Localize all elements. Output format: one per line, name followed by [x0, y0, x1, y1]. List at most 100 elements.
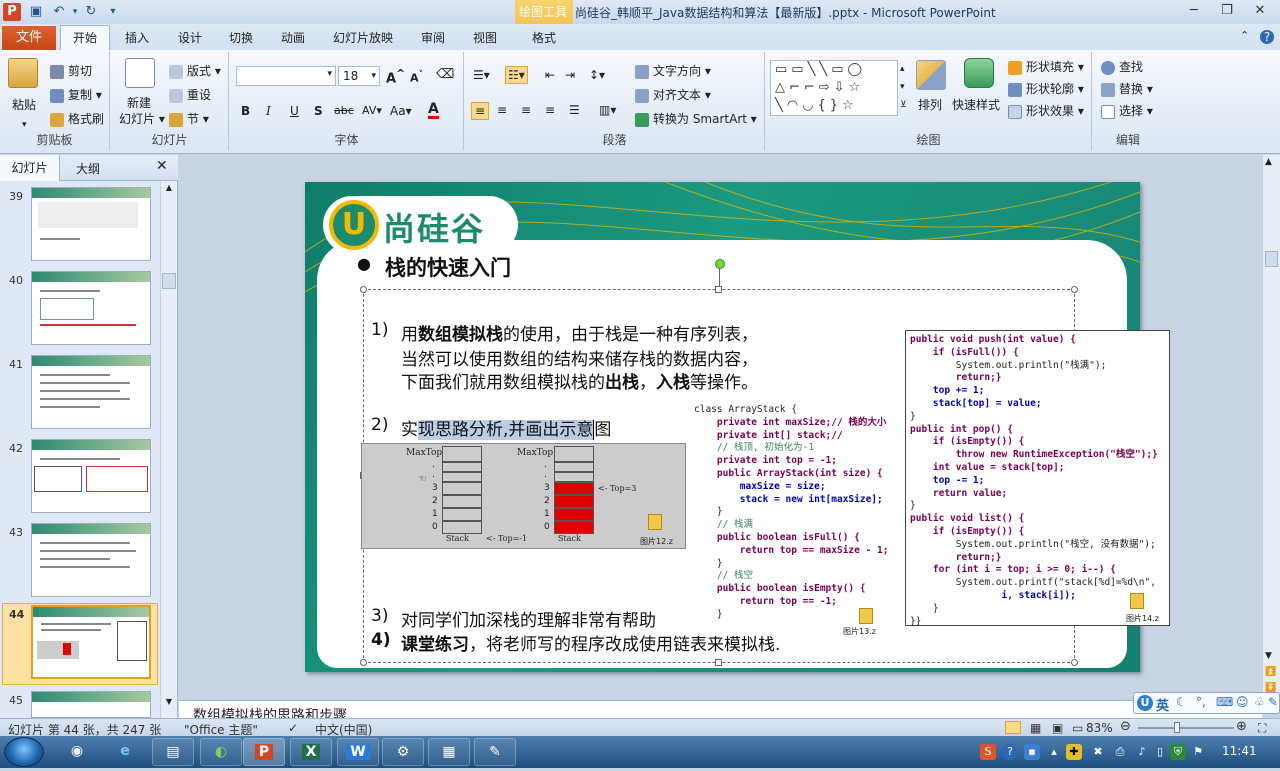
network-tray-icon[interactable]: ▯: [1152, 744, 1168, 760]
resize-handle-s[interactable]: [715, 659, 722, 666]
paste-button[interactable]: 粘贴: [12, 96, 36, 113]
font-size-combo[interactable]: 18 ▾: [338, 66, 380, 86]
select-button[interactable]: 选择 ▾: [1101, 102, 1153, 119]
shapes-gallery-scroll[interactable]: ▴ ▾ ⊻: [900, 60, 907, 114]
resize-handle-se[interactable]: [1071, 659, 1078, 666]
font-color-button[interactable]: A: [428, 102, 439, 119]
zoom-out-icon[interactable]: ⊖: [1120, 719, 1131, 734]
notes-text[interactable]: 数组模拟栈的思路和步骤: [193, 705, 347, 718]
quick-styles-icon[interactable]: [964, 58, 994, 88]
resize-handle-n[interactable]: [715, 286, 722, 293]
network-error-icon[interactable]: ✖: [1090, 744, 1106, 760]
resize-handle-sw[interactable]: [360, 659, 367, 666]
redo-icon[interactable]: ↻: [82, 3, 100, 21]
item-1-line-2[interactable]: 当然可以使用数组的结构来储存栈的数据内容，: [401, 345, 758, 370]
new-slide-label-1[interactable]: 新建: [127, 94, 151, 111]
main-vertical-scrollbar[interactable]: ▲ ▼ ⏫ ⏬: [1262, 155, 1280, 700]
punctuation-icon[interactable]: °,: [1196, 695, 1206, 709]
tab-view[interactable]: 视图: [473, 29, 497, 46]
arrange-button[interactable]: 排列: [918, 96, 942, 113]
notes-pane[interactable]: 数组模拟栈的思路和步骤: [179, 700, 1262, 718]
strikethrough-button[interactable]: abc: [334, 104, 354, 117]
change-case-button[interactable]: Aa▾: [390, 104, 412, 118]
font-name-combo[interactable]: ▾: [236, 66, 336, 86]
excel-taskbar-icon[interactable]: X: [290, 738, 332, 766]
new-slide-label-2[interactable]: 幻灯片 ▾: [119, 110, 165, 127]
wrench-icon[interactable]: ✎: [1268, 695, 1278, 709]
bold-button[interactable]: B: [241, 104, 250, 118]
wps-taskbar-icon[interactable]: W: [337, 738, 379, 766]
code-image-arraystack[interactable]: class ArrayStack { private int maxSize;/…: [693, 400, 893, 636]
columns-icon[interactable]: ▥▾: [599, 103, 616, 117]
item-3-text[interactable]: 对同学们加深栈的理解非常有帮助: [401, 606, 696, 631]
shrink-font-button[interactable]: A˅: [410, 69, 423, 85]
resize-handle-nw[interactable]: [360, 286, 367, 293]
calculator-taskbar-icon[interactable]: ▦: [428, 738, 470, 766]
scroll-up-icon[interactable]: ▲: [162, 183, 176, 197]
tab-animations[interactable]: 动画: [281, 29, 305, 46]
shape-effects-button[interactable]: 形状效果 ▾: [1008, 102, 1084, 119]
align-text-button[interactable]: 对齐文本 ▾: [635, 86, 711, 103]
align-center-icon[interactable]: ≡: [497, 103, 507, 117]
tab-file[interactable]: 文件: [2, 26, 56, 50]
tray-app-icon[interactable]: ✚: [1066, 744, 1082, 760]
tray-icon[interactable]: ▪: [1024, 744, 1040, 760]
normal-view-icon[interactable]: [1005, 721, 1021, 734]
slide-sorter-icon[interactable]: ▦: [1030, 721, 1041, 735]
save-icon[interactable]: ▣: [27, 3, 45, 21]
cut-button[interactable]: 剪切: [50, 62, 92, 79]
green-app-icon[interactable]: ◐: [200, 738, 242, 766]
align-right-icon[interactable]: ≡: [521, 103, 531, 117]
start-button[interactable]: [4, 737, 44, 767]
close-panel-icon[interactable]: ✕: [156, 158, 168, 174]
font-name-dropdown-icon[interactable]: ▾: [327, 69, 332, 79]
replace-button[interactable]: 替换 ▾: [1101, 80, 1153, 97]
explorer-icon[interactable]: ▤: [152, 738, 194, 766]
item-2-text[interactable]: 实现思路分析,并画出示意图: [401, 415, 612, 440]
help-icon[interactable]: ?: [1260, 30, 1274, 44]
clear-format-icon[interactable]: ⌫: [436, 67, 454, 82]
paste-icon[interactable]: [8, 58, 38, 88]
arrange-icon[interactable]: [916, 60, 946, 90]
underline-button[interactable]: U: [290, 104, 299, 118]
slide-thumbnail-43[interactable]: 43: [0, 523, 160, 603]
tool-taskbar-icon[interactable]: ⚙: [382, 738, 424, 766]
zoom-slider[interactable]: [1138, 727, 1234, 729]
increase-indent-icon[interactable]: ⇥: [565, 68, 575, 82]
quick-styles-button[interactable]: 快速样式: [952, 96, 1000, 113]
line-spacing-icon[interactable]: ↕▾: [589, 68, 605, 82]
shadow-button[interactable]: S: [314, 104, 323, 118]
layout-button[interactable]: 版式 ▾: [169, 62, 221, 79]
scroll-thumb[interactable]: [162, 273, 176, 289]
ime-toolbar[interactable]: U 英 ☾ °, ⌨ ☺ ♧ ✎: [1133, 692, 1280, 714]
close-icon[interactable]: ✕: [1247, 2, 1273, 20]
scroll-down-icon[interactable]: ▼: [1265, 651, 1272, 661]
restore-icon[interactable]: ❐: [1214, 2, 1240, 20]
help-tray-icon[interactable]: ?: [1002, 744, 1018, 760]
zoom-in-icon[interactable]: ⊕: [1236, 719, 1247, 734]
scroll-up-icon[interactable]: ▲: [1265, 157, 1272, 167]
reading-view-icon[interactable]: ▣: [1052, 721, 1063, 735]
tab-home[interactable]: 开始: [60, 25, 110, 50]
scroll-down-icon[interactable]: ▼: [162, 697, 176, 711]
align-left-icon[interactable]: ≡: [471, 102, 490, 120]
resize-handle-ne[interactable]: [1071, 286, 1078, 293]
italic-button[interactable]: I: [266, 104, 271, 118]
reset-button[interactable]: 重设: [169, 86, 211, 103]
chrome-icon[interactable]: ◉: [56, 738, 98, 766]
pen-taskbar-icon[interactable]: ✎: [474, 738, 516, 766]
sogou-tray-icon[interactable]: S: [980, 744, 996, 760]
show-hidden-icons[interactable]: ▴: [1046, 744, 1062, 760]
find-button[interactable]: 查找: [1101, 58, 1143, 75]
rotate-handle[interactable]: [715, 259, 725, 269]
section-button[interactable]: 节 ▾: [169, 110, 209, 127]
slides-panel-scrollbar[interactable]: ▲ ▼: [160, 181, 177, 718]
user-icon[interactable]: ☺: [1236, 695, 1249, 709]
slide-thumbnail-44[interactable]: 44: [0, 603, 160, 685]
tab-format[interactable]: 格式: [532, 29, 556, 46]
ime-logo-icon[interactable]: U: [1137, 695, 1153, 711]
powerpoint-taskbar-icon[interactable]: P: [243, 738, 285, 766]
slide-thumbnail-42[interactable]: 42: [0, 439, 160, 519]
tab-insert[interactable]: 插入: [125, 29, 149, 46]
format-painter-button[interactable]: 格式刷: [50, 110, 104, 127]
